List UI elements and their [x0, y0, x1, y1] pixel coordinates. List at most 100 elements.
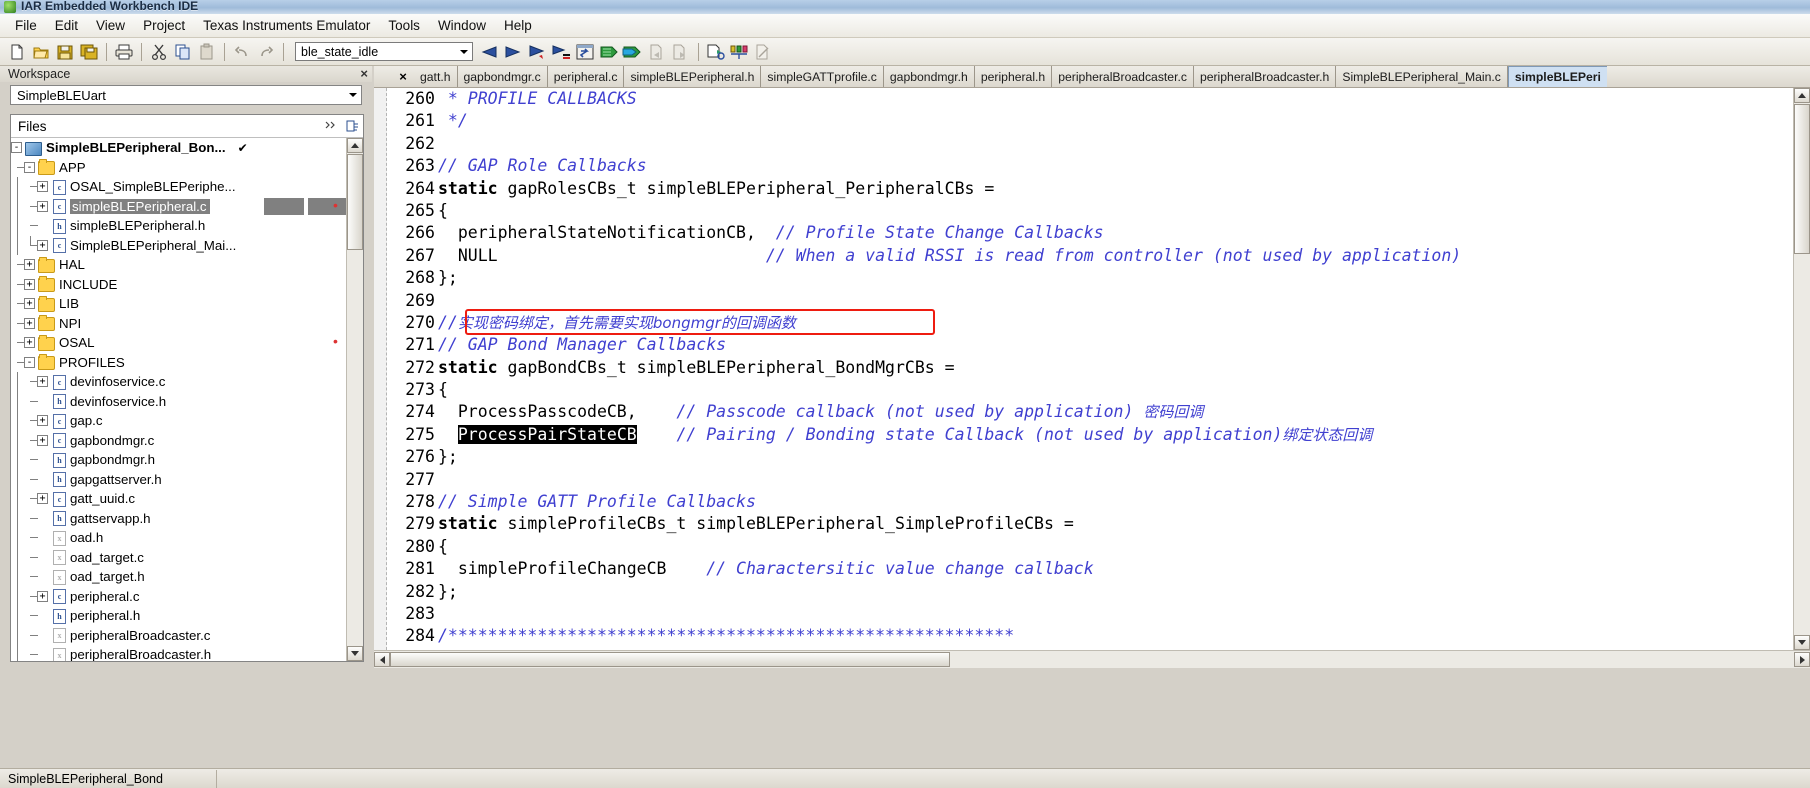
- code-line[interactable]: 266 peripheralStateNotificationCB, // Pr…: [387, 222, 1793, 244]
- editor-tab-gatt-h[interactable]: gatt.h: [414, 66, 458, 87]
- tree-item[interactable]: x peripheralBroadcaster.c: [11, 625, 346, 646]
- break-icon[interactable]: [646, 41, 668, 63]
- code-line[interactable]: 282};: [387, 581, 1793, 603]
- code-line[interactable]: 272 static gapBondCBs_t simpleBLEPeripher…: [387, 357, 1793, 379]
- step-into-icon[interactable]: [478, 41, 500, 63]
- tree-item[interactable]: + c SimpleBLEPeripheral_Mai...: [11, 235, 346, 256]
- tree-item[interactable]: - SimpleBLEPeripheral_Bon... ✔: [11, 138, 346, 158]
- chevron-down-icon[interactable]: [344, 93, 361, 97]
- menu-item-texas-instruments-emulator[interactable]: Texas Instruments Emulator: [194, 15, 379, 36]
- tree-item[interactable]: + INCLUDE: [11, 275, 346, 295]
- undo-icon[interactable]: [231, 41, 253, 63]
- code-line[interactable]: 279 static simpleProfileCBs_t simpleBLEPe…: [387, 513, 1793, 535]
- code-lines[interactable]: 260 * PROFILE CALLBACKS 261 */262 263// GA…: [387, 88, 1793, 650]
- editor-tab-peripheralbroadcaster-h[interactable]: peripheralBroadcaster.h: [1194, 66, 1337, 87]
- file-options-icon[interactable]: [341, 117, 363, 135]
- menu-item-view[interactable]: View: [87, 15, 134, 36]
- code-line[interactable]: 281 simpleProfileChangeCB // Charactersi…: [387, 558, 1793, 580]
- editor-tab-peripheral-c[interactable]: peripheral.c: [548, 66, 625, 87]
- make-status-icon[interactable]: [319, 117, 341, 135]
- open-folder-icon[interactable]: [30, 41, 52, 63]
- chevron-down-icon[interactable]: [456, 43, 472, 60]
- tree-item[interactable]: x oad_target.h: [11, 567, 346, 587]
- code-view[interactable]: 260 * PROFILE CALLBACKS 261 */262 263// GA…: [374, 88, 1810, 650]
- expand-icon[interactable]: +: [37, 493, 48, 505]
- expand-icon[interactable]: +: [24, 317, 35, 329]
- tree-item[interactable]: + c gapbondmgr.c: [11, 430, 346, 451]
- code-line[interactable]: 273{: [387, 379, 1793, 401]
- code-line[interactable]: 275 ProcessPairStateCB // Pairing / Bond…: [387, 424, 1793, 446]
- redo-icon[interactable]: [255, 41, 277, 63]
- scroll-right-button[interactable]: [1794, 652, 1810, 667]
- expand-icon[interactable]: +: [24, 259, 35, 271]
- close-tab-icon[interactable]: ×: [392, 66, 414, 87]
- collapse-icon[interactable]: -: [24, 356, 35, 368]
- editor-tab-peripheral-h[interactable]: peripheral.h: [975, 66, 1053, 87]
- menu-item-project[interactable]: Project: [134, 15, 194, 36]
- scrollbar-thumb[interactable]: [390, 652, 950, 667]
- expand-icon[interactable]: +: [24, 298, 35, 310]
- collapse-icon[interactable]: -: [24, 161, 35, 173]
- collapse-icon[interactable]: -: [11, 142, 22, 154]
- stop-debugging-icon[interactable]: [705, 41, 727, 63]
- expand-icon[interactable]: +: [24, 278, 35, 290]
- search-combo[interactable]: ble_state_idle: [295, 42, 473, 61]
- scroll-left-button[interactable]: [374, 652, 390, 667]
- expand-icon[interactable]: +: [37, 590, 48, 602]
- reset-icon[interactable]: [670, 41, 692, 63]
- tree-item[interactable]: + c peripheral.c: [11, 586, 346, 607]
- code-line[interactable]: 269: [387, 290, 1793, 312]
- editor-tab-simplebleperi[interactable]: simpleBLEPeri: [1507, 66, 1607, 87]
- tree-item[interactable]: + c gatt_uuid.c: [11, 489, 346, 509]
- expand-icon[interactable]: +: [37, 434, 48, 446]
- code-line[interactable]: 264 static gapRolesCBs_t simpleBLEPeriphe…: [387, 178, 1793, 200]
- expand-icon[interactable]: +: [37, 239, 48, 251]
- scroll-up-button[interactable]: [347, 138, 363, 153]
- editor-tab-peripheralbroadcaster-c[interactable]: peripheralBroadcaster.c: [1052, 66, 1194, 87]
- step-out-icon[interactable]: [526, 41, 548, 63]
- scroll-down-button[interactable]: [1794, 635, 1810, 650]
- copy-icon[interactable]: [172, 41, 194, 63]
- code-line[interactable]: 278// Simple GATT Profile Callbacks: [387, 491, 1793, 513]
- menu-item-help[interactable]: Help: [495, 15, 541, 36]
- code-line[interactable]: 276};: [387, 446, 1793, 468]
- tree-item[interactable]: x oad_target.c: [11, 547, 346, 568]
- tree-item[interactable]: + LIB: [11, 294, 346, 314]
- code-line[interactable]: 268};: [387, 267, 1793, 289]
- editor-tab-gapbondmgr-h[interactable]: gapbondmgr.h: [884, 66, 975, 87]
- expand-icon[interactable]: +: [37, 376, 48, 388]
- tree-item[interactable]: - APP: [11, 158, 346, 178]
- file-tree-scrollbar[interactable]: [346, 138, 363, 661]
- tree-item[interactable]: + NPI: [11, 314, 346, 334]
- editor-tab-gapbondmgr-c[interactable]: gapbondmgr.c: [458, 66, 548, 87]
- tree-item[interactable]: - PROFILES: [11, 353, 346, 373]
- go-green-arrow-icon[interactable]: [622, 41, 644, 63]
- tree-item[interactable]: h gattservapp.h: [11, 508, 346, 529]
- scroll-down-button[interactable]: [347, 646, 363, 661]
- code-line[interactable]: 280{: [387, 536, 1793, 558]
- save-all-icon[interactable]: [78, 41, 100, 63]
- editor-tab-simplebleperipheral-main-c[interactable]: SimpleBLEPeripheral_Main.c: [1336, 66, 1508, 87]
- code-line[interactable]: 267 NULL // When a valid RSSI is read fr…: [387, 245, 1793, 267]
- code-line[interactable]: 263// GAP Role Callbacks: [387, 155, 1793, 177]
- menu-item-window[interactable]: Window: [429, 15, 495, 36]
- tree-item[interactable]: x peripheralBroadcaster.h: [11, 645, 346, 661]
- project-select[interactable]: SimpleBLEUart: [10, 85, 362, 105]
- tree-item[interactable]: x oad.h: [11, 528, 346, 548]
- file-tree[interactable]: - SimpleBLEPeripheral_Bon... ✔ - APP + c OSAL_S…: [11, 138, 346, 661]
- code-line[interactable]: 277: [387, 469, 1793, 491]
- memory-icon[interactable]: [753, 41, 775, 63]
- expand-icon[interactable]: +: [37, 181, 48, 193]
- close-icon[interactable]: ×: [360, 67, 368, 80]
- expand-icon[interactable]: +: [37, 415, 48, 427]
- tree-item[interactable]: h gapgattserver.h: [11, 469, 346, 490]
- scroll-track[interactable]: [390, 652, 1794, 667]
- tree-item[interactable]: h peripheral.h: [11, 606, 346, 626]
- expand-icon[interactable]: +: [37, 200, 48, 212]
- paste-icon[interactable]: [196, 41, 218, 63]
- cut-icon[interactable]: [148, 41, 170, 63]
- menu-item-tools[interactable]: Tools: [379, 15, 429, 36]
- menu-item-file[interactable]: File: [6, 15, 46, 36]
- tree-item[interactable]: h devinfoservice.h: [11, 391, 346, 412]
- code-line[interactable]: 261 */: [387, 110, 1793, 132]
